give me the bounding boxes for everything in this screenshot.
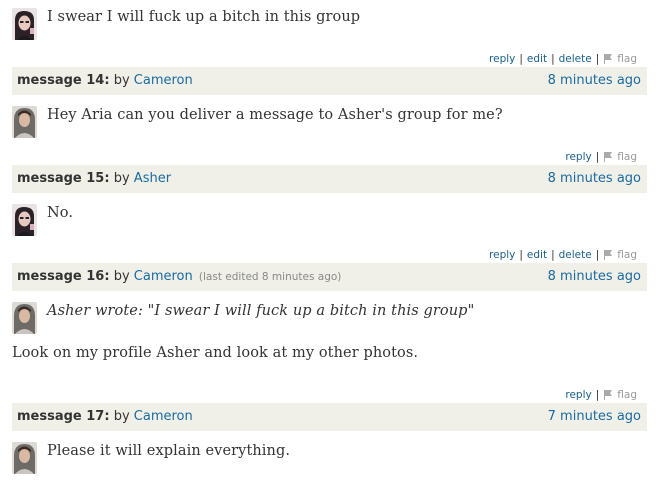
- avatar-hooded-icon: [12, 302, 37, 334]
- avatar-hooded-icon: [12, 106, 37, 138]
- separator: |: [519, 249, 523, 261]
- by-label: by: [113, 171, 130, 186]
- reply-link[interactable]: reply: [565, 151, 591, 163]
- delete-link[interactable]: delete: [559, 249, 592, 261]
- author-link[interactable]: Asher: [134, 171, 171, 186]
- message-header: message 15: by Asher 8 minutes ago: [12, 165, 647, 193]
- edit-link[interactable]: edit: [527, 53, 547, 65]
- avatar-dark-hair-icon: [12, 204, 37, 236]
- flag-icon: [604, 54, 613, 64]
- timestamp-link[interactable]: 8 minutes ago: [548, 171, 641, 186]
- message-body: I swear I will fuck up a bitch in this g…: [47, 9, 361, 25]
- avatar[interactable]: [12, 106, 37, 138]
- message-actions: reply | flag: [565, 151, 637, 163]
- timestamp-link[interactable]: 7 minutes ago: [548, 409, 641, 424]
- message-actions: reply | edit | delete | flag: [489, 53, 637, 65]
- by-label: by: [113, 73, 130, 88]
- flag-icon: [604, 152, 613, 162]
- message-header: message 14: by Cameron 8 minutes ago: [12, 67, 647, 95]
- message-number: message 15:: [17, 171, 110, 186]
- message-body: Look on my profile Asher and look at my …: [12, 345, 419, 361]
- last-edited-note: (last edited 8 minutes ago): [198, 271, 342, 283]
- timestamp-link[interactable]: 8 minutes ago: [548, 73, 641, 88]
- message-actions: reply | edit | delete | flag: [489, 249, 637, 261]
- flag-label: flag: [617, 389, 637, 401]
- flag-label: flag: [617, 249, 637, 261]
- flag-icon: [604, 390, 613, 400]
- separator: |: [551, 249, 555, 261]
- separator: |: [519, 53, 523, 65]
- author-link[interactable]: Cameron: [134, 269, 193, 284]
- flag-label: flag: [617, 151, 637, 163]
- reply-link[interactable]: reply: [489, 249, 515, 261]
- quoted-message: Asher wrote: "I swear I will fuck up a b…: [47, 303, 475, 319]
- message-body: No.: [47, 205, 74, 221]
- edit-link[interactable]: edit: [527, 249, 547, 261]
- message-body: Please it will explain everything.: [47, 443, 291, 459]
- flag-button[interactable]: flag: [603, 151, 637, 163]
- by-label: by: [113, 269, 130, 284]
- flag-icon: [604, 250, 613, 260]
- message-number: message 17:: [17, 409, 110, 424]
- message-header: message 17: by Cameron 7 minutes ago: [12, 403, 647, 431]
- timestamp-link[interactable]: 8 minutes ago: [548, 269, 641, 284]
- flag-button[interactable]: flag: [603, 53, 637, 65]
- separator: |: [551, 53, 555, 65]
- reply-link[interactable]: reply: [565, 389, 591, 401]
- delete-link[interactable]: delete: [559, 53, 592, 65]
- message-number: message 14:: [17, 73, 110, 88]
- avatar[interactable]: [12, 302, 37, 334]
- message-number: message 16:: [17, 269, 110, 284]
- flag-label: flag: [617, 53, 637, 65]
- separator: |: [595, 249, 600, 261]
- avatar[interactable]: [12, 442, 37, 474]
- by-label: by: [113, 409, 130, 424]
- avatar[interactable]: [12, 204, 37, 236]
- flag-button[interactable]: flag: [603, 249, 637, 261]
- message-body: Hey Aria can you deliver a message to As…: [47, 107, 503, 123]
- reply-link[interactable]: reply: [489, 53, 515, 65]
- message-header: message 16: by Cameron (last edited 8 mi…: [12, 263, 647, 291]
- separator: |: [595, 53, 600, 65]
- author-link[interactable]: Cameron: [134, 409, 193, 424]
- separator: |: [595, 151, 600, 163]
- avatar-dark-hair-icon: [12, 8, 37, 40]
- flag-button[interactable]: flag: [603, 389, 637, 401]
- avatar-hooded-icon: [12, 442, 37, 474]
- message-actions: reply | flag: [565, 389, 637, 401]
- avatar[interactable]: [12, 8, 37, 40]
- separator: |: [595, 389, 600, 401]
- author-link[interactable]: Cameron: [134, 73, 193, 88]
